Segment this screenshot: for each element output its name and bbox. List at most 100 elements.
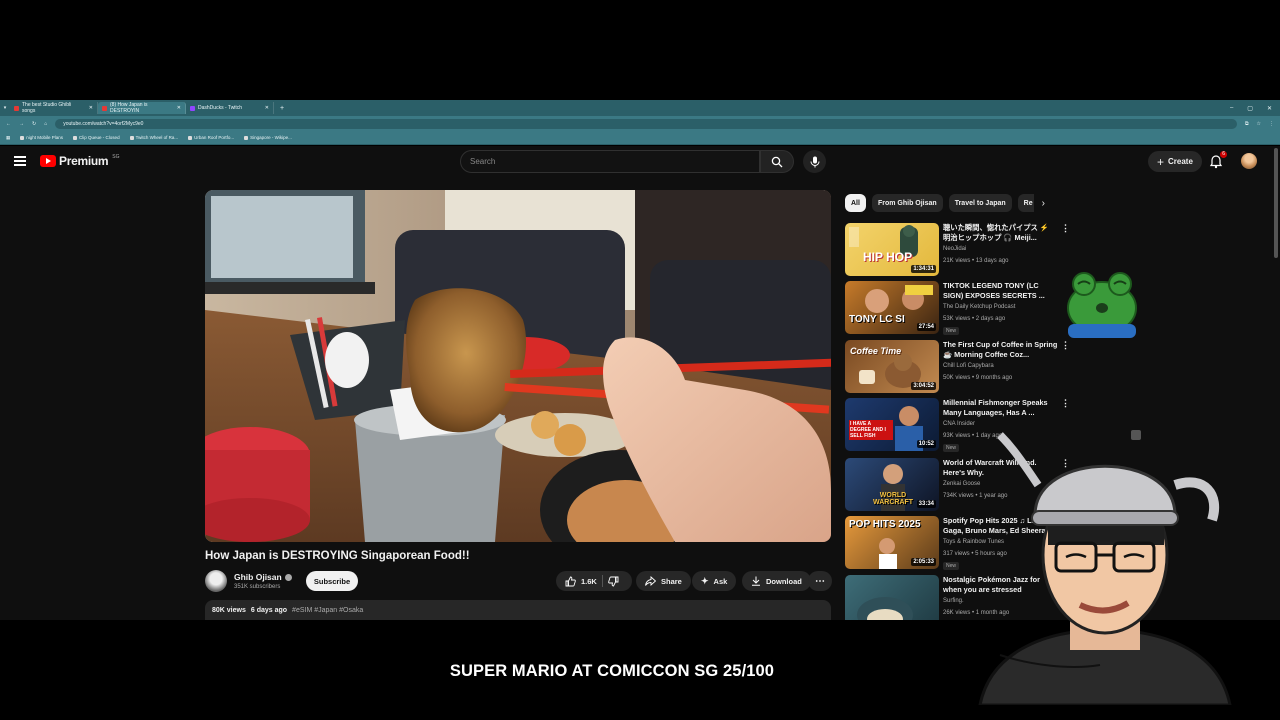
thumbs-down-icon[interactable] — [608, 576, 619, 587]
bookmark-favicon-icon — [20, 135, 25, 140]
recommendation-thumbnail[interactable]: Coffee Time 3:04:52 — [845, 340, 939, 393]
like-count[interactable]: 1.6K — [581, 577, 597, 586]
bookmark-item[interactable]: Clip Queue - Closed — [73, 135, 120, 140]
chip-all[interactable]: All — [845, 194, 866, 212]
tab-label: The best Studio Ghibli songs — [22, 102, 72, 114]
bookmark-item[interactable]: Urban Roof Portfo... — [188, 135, 234, 140]
youtube-header: Premium SG Search + Create 6 — [0, 146, 1280, 176]
subscribe-button[interactable]: Subscribe — [306, 571, 358, 591]
bookmark-item[interactable]: Twitch Wheel of Ra... — [129, 135, 178, 140]
thumbnail-text: TONY LC SI — [849, 314, 905, 325]
thumbnail-art — [857, 597, 913, 620]
video-duration: 33:34 — [916, 500, 936, 508]
browser-tab-3[interactable]: DashDucks - Twitch ✕ — [186, 102, 274, 114]
create-button[interactable]: + Create — [1148, 151, 1202, 172]
video-title: How Japan is DESTROYING Singaporean Food… — [205, 550, 470, 562]
browser-tab-1[interactable]: The best Studio Ghibli songs ✕ — [10, 102, 98, 114]
tab-search-icon[interactable]: ▾ — [0, 105, 10, 111]
notifications-button[interactable]: 6 — [1208, 151, 1227, 169]
back-icon[interactable]: ← — [6, 121, 11, 127]
recommendation-title[interactable]: The First Cup of Coffee in Spring ☕ Morn… — [943, 340, 1058, 360]
bookmark-label: Clip Queue - Closed — [79, 135, 120, 140]
recommendation-item[interactable]: HIP HOP 1:34:31 聴いた瞬間、惚れたパイプス ⚡ 明治ヒップホップ… — [845, 223, 1075, 277]
share-button[interactable]: Share — [636, 571, 691, 591]
download-icon — [752, 576, 760, 586]
recommendation-thumbnail[interactable] — [845, 575, 939, 620]
verified-icon — [284, 573, 292, 581]
chip-truncated[interactable]: Re — [1017, 194, 1034, 212]
logo-region: SG — [112, 154, 120, 160]
recommendation-channel[interactable]: NeoJidai — [943, 246, 966, 252]
thumbs-up-icon[interactable] — [565, 576, 576, 587]
description-box[interactable]: 80K views 6 days ago #eSIM #Japan #Osaka — [205, 600, 831, 620]
url-text: youtube.com/watch?v=4orf2Myc9e0 — [63, 120, 144, 127]
bookmark-label: Urban Roof Portfo... — [194, 135, 235, 140]
bookmark-item[interactable]: Singapore - Wikipe... — [244, 135, 292, 140]
reload-icon[interactable]: ↻ — [32, 121, 36, 127]
extensions-icon[interactable]: ⧉ — [1245, 121, 1249, 127]
menu-dots-icon[interactable]: ⋮ — [1269, 121, 1274, 127]
bookmark-item[interactable]: night Mobile Plans — [20, 135, 63, 140]
channel-name-text: Ghib Ojisan — [234, 572, 282, 582]
home-icon[interactable]: ⌂ — [44, 121, 47, 127]
download-button[interactable]: Download — [742, 571, 811, 591]
video-player[interactable] — [205, 190, 831, 542]
maximize-button[interactable]: ▢ — [1247, 105, 1253, 112]
recommendation-title[interactable]: TIKTOK LEGEND TONY (LC SIGN) EXPOSES SEC… — [943, 281, 1058, 301]
more-options-icon[interactable]: ⋮ — [1061, 223, 1070, 234]
tab-close-icon[interactable]: ✕ — [265, 105, 269, 111]
notification-badge: 6 — [1220, 151, 1227, 158]
new-badge: New — [943, 444, 960, 452]
chip-from-channel[interactable]: From Ghib Ojisan — [871, 194, 943, 212]
tab-close-icon[interactable]: ✕ — [89, 105, 93, 111]
recommendation-meta: 50K views • 9 months ago — [943, 375, 1013, 381]
bookmark-star-icon[interactable]: ☆ — [1257, 121, 1261, 127]
youtube-logo[interactable]: Premium SG — [40, 154, 120, 168]
page-scrollbar[interactable] — [1274, 148, 1278, 258]
apps-grid-icon[interactable]: ▦ — [6, 135, 10, 141]
chip-travel-to-japan[interactable]: Travel to Japan — [948, 194, 1012, 212]
search-button[interactable] — [760, 150, 794, 173]
share-label: Share — [661, 576, 682, 586]
bookmark-favicon-icon — [129, 135, 134, 140]
recommendation-channel[interactable]: Chill Lofi Capybara — [943, 363, 994, 369]
minimize-button[interactable]: – — [1230, 105, 1233, 112]
close-window-button[interactable]: ✕ — [1267, 105, 1272, 112]
filter-chips: All From Ghib Ojisan Travel to Japan Re … — [845, 194, 1052, 212]
recommendation-thumbnail[interactable]: WORLD WARCRAFT 33:34 — [845, 458, 939, 511]
tab-close-icon[interactable]: ✕ — [177, 105, 181, 111]
account-avatar[interactable] — [1241, 153, 1257, 169]
new-tab-button[interactable]: + — [274, 105, 290, 112]
more-options-icon[interactable]: ⋮ — [1061, 398, 1070, 409]
video-duration: 1:34:31 — [911, 265, 936, 273]
recommendation-title[interactable]: Millennial Fishmonger Speaks Many Langua… — [943, 398, 1058, 418]
voice-search-button[interactable] — [803, 150, 826, 173]
recommendation-thumbnail[interactable]: HIP HOP 1:34:31 — [845, 223, 939, 276]
recommendation-thumbnail[interactable]: POP HITS 2025 2:05:33 — [845, 516, 939, 569]
recommendation-item[interactable]: TONY LC SI 27:54 TIKTOK LEGEND TONY (LC … — [845, 281, 1075, 335]
more-options-icon[interactable]: ⋮ — [1061, 340, 1070, 351]
upload-age: 13 days ago — [975, 258, 1009, 264]
search-input[interactable]: Search — [460, 150, 760, 173]
microphone-icon — [810, 156, 819, 167]
thumbnail-text: Coffee Time — [850, 346, 902, 356]
menu-icon[interactable] — [14, 156, 26, 166]
channel-avatar[interactable] — [205, 570, 227, 592]
ask-button[interactable]: ✦ Ask — [692, 571, 737, 591]
video-duration: 10:52 — [916, 440, 936, 448]
recommendation-title[interactable]: 聴いた瞬間、惚れたパイプス ⚡ 明治ヒップホップ 🎧 Meiji... — [943, 223, 1058, 243]
thumbnail-text: HIP HOP — [863, 250, 913, 264]
channel-name[interactable]: Ghib Ojisan — [234, 572, 292, 582]
view-count: 21K views — [943, 258, 971, 264]
address-bar[interactable]: youtube.com/watch?v=4orf2Myc9e0 — [55, 118, 1237, 129]
recommendation-thumbnail[interactable]: TONY LC SI 27:54 — [845, 281, 939, 334]
recommendation-channel[interactable]: The Daily Ketchup Podcast — [943, 304, 1015, 310]
chevron-right-icon[interactable]: › — [1042, 198, 1052, 209]
recommendation-thumbnail[interactable]: I HAVE A DEGREE AND I SELL FISH 10:52 — [845, 398, 939, 451]
thumbnail-text: WORLD WARCRAFT — [873, 492, 914, 506]
more-actions-button[interactable]: ⋯ — [808, 571, 832, 591]
browser-tab-2[interactable]: (8) How Japan is DESTROYIN ✕ — [98, 102, 186, 114]
hashtags[interactable]: #eSIM #Japan #Osaka — [292, 607, 363, 620]
forward-icon[interactable]: → — [19, 121, 24, 127]
recommendation-item[interactable]: Coffee Time 3:04:52 The First Cup of Cof… — [845, 340, 1075, 394]
